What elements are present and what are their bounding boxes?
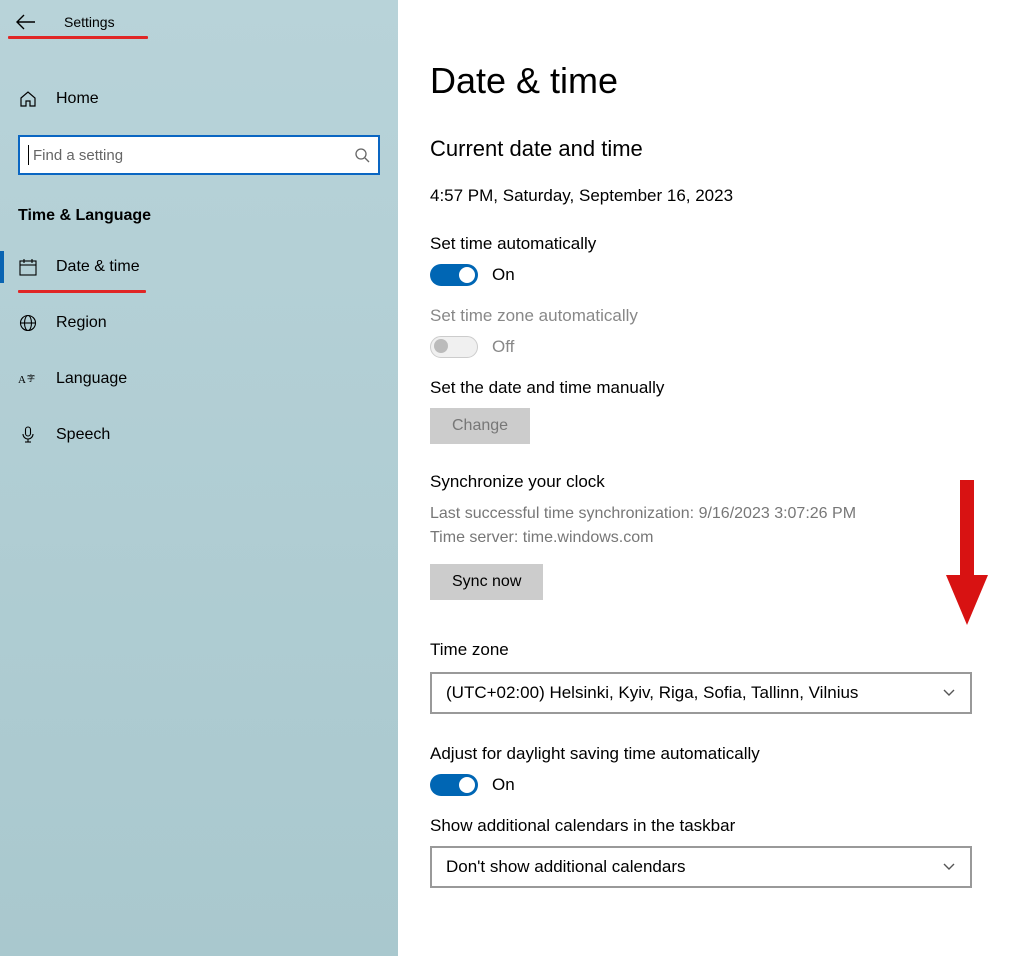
back-icon[interactable] — [16, 14, 36, 30]
search-icon — [354, 147, 370, 163]
svg-text:A: A — [18, 374, 26, 386]
search-input[interactable]: Find a setting — [18, 135, 380, 175]
auto-time-label: Set time automatically — [430, 234, 972, 254]
dst-state: On — [492, 775, 515, 795]
auto-tz-state: Off — [492, 337, 514, 357]
chevron-down-icon — [942, 862, 956, 872]
language-icon: A字 — [18, 369, 38, 389]
annotation-underline — [18, 290, 146, 293]
sidebar-item-language[interactable]: A字 Language — [0, 355, 398, 403]
search-placeholder: Find a setting — [33, 147, 354, 164]
main-content: Date & time Current date and time 4:57 P… — [398, 0, 1012, 956]
additional-calendars-dropdown[interactable]: Don't show additional calendars — [430, 846, 972, 888]
current-datetime-value: 4:57 PM, Saturday, September 16, 2023 — [430, 186, 972, 206]
timezone-label: Time zone — [430, 640, 972, 660]
timezone-value: (UTC+02:00) Helsinki, Kyiv, Riga, Sofia,… — [446, 683, 858, 703]
sync-last: Last successful time synchronization: 9/… — [430, 502, 972, 526]
auto-tz-label: Set time zone automatically — [430, 306, 972, 326]
timezone-dropdown[interactable]: (UTC+02:00) Helsinki, Kyiv, Riga, Sofia,… — [430, 672, 972, 714]
sidebar-item-label: Region — [56, 314, 107, 332]
annotation-underline — [8, 36, 148, 39]
svg-text:字: 字 — [27, 373, 35, 383]
annotation-arrow-icon — [942, 480, 992, 630]
sidebar: Settings Home Find a setting Time & Lang… — [0, 0, 398, 956]
dst-toggle[interactable] — [430, 774, 478, 796]
sidebar-category: Time & Language — [0, 175, 398, 235]
page-title: Date & time — [430, 60, 972, 102]
sidebar-item-region[interactable]: Region — [0, 299, 398, 347]
sidebar-item-date-time[interactable]: Date & time — [0, 243, 398, 291]
sidebar-item-label: Date & time — [56, 258, 140, 276]
calendar-icon — [18, 257, 38, 277]
globe-icon — [18, 313, 38, 333]
sidebar-home-label: Home — [56, 90, 99, 108]
auto-time-toggle[interactable] — [430, 264, 478, 286]
sync-info: Last successful time synchronization: 9/… — [430, 502, 972, 550]
sync-now-button[interactable]: Sync now — [430, 564, 543, 600]
sidebar-item-label: Language — [56, 370, 127, 388]
search-wrap: Find a setting — [18, 135, 380, 175]
chevron-down-icon — [942, 688, 956, 698]
manual-set-label: Set the date and time manually — [430, 378, 972, 398]
mic-icon — [18, 425, 38, 445]
sidebar-header: Settings — [0, 8, 398, 34]
sidebar-title: Settings — [64, 14, 115, 30]
sidebar-item-label: Speech — [56, 426, 110, 444]
auto-time-state: On — [492, 265, 515, 285]
additional-calendars-value: Don't show additional calendars — [446, 857, 686, 877]
sync-heading: Synchronize your clock — [430, 472, 972, 492]
auto-tz-toggle — [430, 336, 478, 358]
section-current-heading: Current date and time — [430, 136, 972, 162]
sidebar-home[interactable]: Home — [0, 77, 398, 121]
additional-calendars-label: Show additional calendars in the taskbar — [430, 816, 972, 836]
sidebar-item-speech[interactable]: Speech — [0, 411, 398, 459]
sync-server: Time server: time.windows.com — [430, 526, 972, 550]
dst-label: Adjust for daylight saving time automati… — [430, 744, 972, 764]
change-button: Change — [430, 408, 530, 444]
text-cursor — [28, 145, 29, 165]
home-icon — [18, 89, 38, 109]
